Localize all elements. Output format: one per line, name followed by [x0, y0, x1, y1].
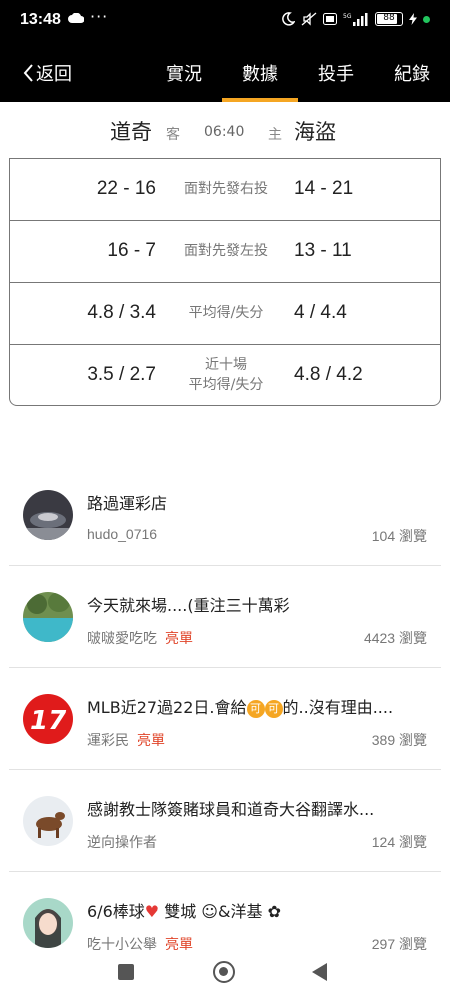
post-author: 啵啵愛吃吃	[87, 630, 157, 646]
coin-icon: 可	[246, 700, 265, 718]
avatar: 17	[23, 694, 73, 744]
tab-pitcher[interactable]: 投手	[318, 60, 354, 86]
status-time: 13:48	[20, 11, 61, 28]
home-icon[interactable]	[213, 961, 235, 983]
stat-row: 4.8 / 3.4 平均得/失分 4 / 4.4	[10, 283, 440, 345]
post-views: 389 瀏覽	[371, 732, 427, 748]
stat-away-value: 16 - 7	[107, 240, 156, 261]
mute-icon	[301, 12, 317, 26]
chicken-emoji-icon: ✿	[267, 902, 281, 921]
post-author: 逆向操作者	[87, 834, 157, 850]
tab-data[interactable]: 數據	[242, 60, 278, 86]
stats-table: 22 - 16 面對先發右投 14 - 21 16 - 7 面對先發左投 13 …	[9, 158, 441, 406]
avatar	[23, 490, 73, 540]
stat-label: 平均得/失分	[188, 305, 264, 321]
tab-record[interactable]: 紀錄	[394, 60, 430, 86]
home-tag: 主	[268, 127, 282, 143]
back-label: 返回	[36, 64, 72, 85]
stat-row: 3.5 / 2.7 近十場 平均得/失分 4.8 / 4.2	[10, 345, 440, 405]
post-author-line: 運彩民 亮單	[87, 730, 165, 750]
away-team-name: 道奇	[110, 120, 152, 144]
stat-away-value: 4.8 / 3.4	[87, 302, 156, 323]
post-title: 感謝教士隊簽賭球員和道奇大谷翻譯水...	[87, 800, 375, 819]
avatar	[23, 592, 73, 642]
heart-icon: ♥	[144, 902, 160, 921]
svg-text:5G: 5G	[343, 13, 352, 20]
system-back-icon[interactable]	[312, 963, 327, 981]
post-author: 運彩民	[87, 732, 129, 748]
post-title-part: MLB近27過22日.會給	[87, 698, 247, 717]
post-tag: 亮單	[137, 732, 165, 748]
post-list: 路過運彩店 hudo_0716 104 瀏覽 今天就來場....(重注三十萬彩 …	[9, 464, 441, 974]
back-button[interactable]: 返回	[22, 60, 72, 86]
stat-row: 16 - 7 面對先發左投 13 - 11	[10, 221, 440, 283]
stat-label: 面對先發左投	[184, 243, 268, 259]
match-header: 道奇 客 06:40 主 海盜	[0, 112, 450, 152]
stat-away-value: 3.5 / 2.7	[87, 364, 156, 385]
more-notifications-icon: ···	[90, 7, 109, 26]
top-nav-bar: 返回 實況 數據 投手 紀錄	[0, 42, 450, 102]
tab-live[interactable]: 實況	[166, 60, 202, 86]
match-time: 06:40	[204, 124, 245, 140]
stat-label-line2: 平均得/失分	[188, 377, 264, 393]
list-item[interactable]: 17 MLB近27過22日.會給可可的..沒有理由.... 運彩民 亮單 389 …	[9, 668, 441, 770]
svg-text:17: 17	[30, 706, 67, 736]
post-title: 路過運彩店	[87, 494, 168, 513]
stat-label: 近十場 平均得/失分	[160, 355, 292, 395]
post-title-part: &洋基	[217, 902, 263, 921]
stat-home-value: 14 - 21	[294, 178, 354, 199]
signal-5g-icon: 5G	[343, 13, 368, 26]
stat-home-value: 13 - 11	[294, 240, 352, 261]
avatar	[23, 796, 73, 846]
stat-label: 面對先發右投	[184, 181, 268, 197]
list-item[interactable]: 今天就來場....(重注三十萬彩 啵啵愛吃吃 亮單 4423 瀏覽	[9, 566, 441, 668]
away-tag: 客	[166, 127, 180, 143]
post-views: 104 瀏覽	[371, 528, 427, 544]
post-title-part: 雙城	[159, 902, 197, 921]
stat-label-line1: 近十場	[205, 357, 247, 373]
stat-home-value: 4 / 4.4	[294, 302, 347, 323]
post-views: 124 瀏覽	[371, 834, 427, 850]
recent-apps-icon[interactable]	[118, 964, 134, 980]
post-title-part: 的..沒有理由....	[282, 698, 394, 717]
person-emoji-icon: ☺	[201, 902, 218, 921]
coin-icon: 可	[264, 700, 283, 718]
volte-icon	[323, 13, 337, 25]
status-bar: 13:48 ··· 5G 88	[0, 0, 450, 42]
stat-away-value: 22 - 16	[96, 178, 156, 199]
system-nav-bar	[0, 950, 450, 1000]
post-author-line: 啵啵愛吃吃 亮單	[87, 628, 193, 648]
home-team-name: 海盜	[294, 120, 336, 144]
active-tab-indicator	[222, 98, 298, 102]
post-views: 4423 瀏覽	[363, 630, 427, 646]
post-author: hudo_0716	[87, 526, 158, 542]
moon-icon	[282, 12, 295, 26]
list-item[interactable]: 路過運彩店 hudo_0716 104 瀏覽	[9, 464, 441, 566]
chevron-left-icon	[23, 64, 33, 82]
charging-icon	[409, 13, 417, 25]
stat-row: 22 - 16 面對先發右投 14 - 21	[10, 159, 440, 221]
post-title-part: 6/6棒球	[87, 902, 145, 921]
battery-icon: 88	[375, 12, 403, 26]
cloud-icon	[68, 13, 84, 23]
battery-level: 88	[383, 13, 395, 23]
post-tag: 亮單	[165, 630, 193, 646]
post-title: MLB近27過22日.會給可可的..沒有理由....	[87, 694, 431, 718]
post-title: 6/6棒球♥ 雙城 ☺&洋基 ✿	[87, 898, 431, 922]
privacy-indicator-icon	[423, 15, 430, 23]
list-item[interactable]: 感謝教士隊簽賭球員和道奇大谷翻譯水... 逆向操作者 124 瀏覽	[9, 770, 441, 872]
stat-home-value: 4.8 / 4.2	[294, 364, 363, 385]
post-title: 今天就來場....(重注三十萬彩	[87, 596, 290, 615]
avatar	[23, 898, 73, 948]
